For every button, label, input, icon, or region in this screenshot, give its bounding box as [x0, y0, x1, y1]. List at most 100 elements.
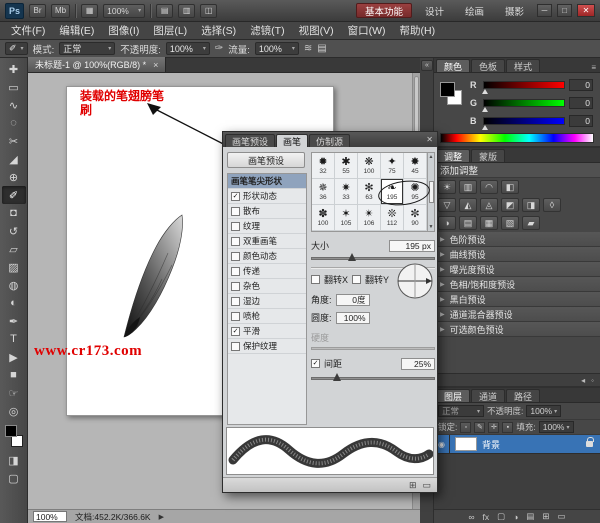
brush-tip[interactable]: ❋100: [358, 153, 381, 179]
green-slider[interactable]: [483, 99, 565, 107]
lock-all-icon[interactable]: ▪: [502, 422, 513, 433]
brush-tip[interactable]: ✽100: [312, 205, 335, 231]
brush-tip[interactable]: ✸45: [404, 153, 427, 179]
brightness-contrast-icon[interactable]: ☀: [438, 180, 456, 194]
brush-tip[interactable]: ✷33: [335, 179, 358, 205]
lock-pixels-icon[interactable]: ✎: [474, 422, 485, 433]
eyedropper-tool[interactable]: ◢: [2, 150, 26, 168]
mini-bridge-button[interactable]: Mb: [51, 4, 70, 18]
close-icon[interactable]: ×: [153, 60, 158, 70]
history-brush-tool[interactable]: ↺: [2, 222, 26, 240]
tablet-pressure-icon[interactable]: ✑: [215, 43, 223, 54]
grid-scrollbar[interactable]: ▲ ▼: [427, 153, 434, 231]
invert-icon[interactable]: ◑: [438, 216, 456, 230]
healing-brush-tool[interactable]: ⊕: [2, 168, 26, 186]
layer-opacity-field[interactable]: 100% ▾: [526, 405, 561, 417]
slider-thumb[interactable]: [482, 107, 488, 112]
levels-presets-item[interactable]: ▶ 色阶预设: [434, 232, 600, 247]
texture-item[interactable]: 纹理: [228, 219, 306, 234]
delete-layer-icon[interactable]: ▭: [557, 511, 565, 522]
type-tool[interactable]: T: [2, 330, 26, 348]
screen-mode-button[interactable]: ▢: [2, 469, 26, 487]
gradient-map-icon[interactable]: ▧: [501, 216, 519, 230]
layer-row-background[interactable]: ◉ 背景: [434, 435, 600, 454]
brush-tool[interactable]: ✐: [2, 186, 26, 204]
angle-value-field[interactable]: 0度: [336, 294, 370, 306]
expander-icon[interactable]: ▶: [440, 251, 445, 258]
menu-file[interactable]: 文件(F): [4, 22, 52, 39]
slider-track[interactable]: [311, 377, 435, 380]
arrange-documents-icon[interactable]: ▤: [156, 4, 173, 18]
brush-tip[interactable]: ✦75: [381, 153, 404, 179]
smoothing-item[interactable]: ✓平滑: [228, 324, 306, 339]
posterize-icon[interactable]: ▤: [459, 216, 477, 230]
menu-help[interactable]: 帮助(H): [393, 22, 443, 39]
zoom-level-dropdown[interactable]: 100% ▾: [103, 4, 145, 18]
checkbox[interactable]: [231, 267, 240, 276]
blue-slider[interactable]: [483, 117, 565, 125]
brush-tip[interactable]: ✵36: [312, 179, 335, 205]
brush-preset-picker[interactable]: ✐ ▾: [5, 42, 28, 55]
brush-tip[interactable]: ✼90: [404, 205, 427, 231]
exposure-icon[interactable]: ◧: [501, 180, 519, 194]
checkbox[interactable]: ✓: [231, 192, 240, 201]
brush-tip[interactable]: ✱55: [335, 153, 358, 179]
hand-tool[interactable]: ☞: [2, 384, 26, 402]
channel-mixer-icon[interactable]: ◊: [543, 198, 561, 212]
new-group-icon[interactable]: ▤: [526, 511, 534, 522]
brush-panel-titlebar[interactable]: 画笔预设 画笔 仿制源 ✕: [223, 132, 437, 147]
layer-style-icon[interactable]: fx: [483, 512, 490, 522]
back-icon[interactable]: ◂: [581, 376, 585, 385]
menu-edit[interactable]: 编辑(E): [52, 22, 101, 39]
expander-icon[interactable]: ▶: [440, 296, 445, 303]
expander-icon[interactable]: ▶: [440, 236, 445, 243]
slider-thumb[interactable]: [482, 125, 488, 130]
blur-tool[interactable]: ◍: [2, 276, 26, 294]
checkbox[interactable]: [231, 252, 240, 261]
shape-dynamics-item[interactable]: ✓形状动态: [228, 189, 306, 204]
scroll-down-icon[interactable]: ▼: [429, 224, 434, 230]
noise-item[interactable]: 杂色: [228, 279, 306, 294]
status-zoom-input[interactable]: 100%: [33, 511, 67, 522]
brush-tip[interactable]: ✺95: [404, 179, 427, 205]
scattering-item[interactable]: 散布: [228, 204, 306, 219]
dual-brush-item[interactable]: 双重画笔: [228, 234, 306, 249]
roundness-value-field[interactable]: 100%: [336, 312, 370, 324]
tab-brush-presets[interactable]: 画笔预设: [225, 134, 275, 147]
checkbox[interactable]: [231, 342, 240, 351]
tab-paths[interactable]: 路径: [506, 389, 540, 402]
brush-tip[interactable]: ✹32: [312, 153, 335, 179]
blend-mode-select[interactable]: 正常 ▾: [438, 405, 484, 417]
new-brush-icon[interactable]: ⊞: [409, 480, 417, 491]
brush-tip[interactable]: ❊112: [381, 205, 404, 231]
vibrance-icon[interactable]: ▽: [438, 198, 456, 212]
layer-thumbnail[interactable]: [455, 437, 477, 451]
hue-saturation-presets-item[interactable]: ▶ 色相/饱和度预设: [434, 277, 600, 292]
brush-tip[interactable]: ✻63: [358, 179, 381, 205]
spacing-value-field[interactable]: 25%: [401, 358, 435, 370]
red-value-field[interactable]: 0: [569, 79, 593, 91]
checkbox[interactable]: [231, 297, 240, 306]
foreground-color-swatch[interactable]: [5, 425, 17, 437]
scrollbar-thumb[interactable]: [429, 181, 434, 203]
menu-layer[interactable]: 图层(L): [146, 22, 194, 39]
menu-image[interactable]: 图像(I): [101, 22, 146, 39]
dodge-tool[interactable]: ◐: [2, 294, 26, 312]
slider-thumb[interactable]: [482, 89, 488, 94]
checkbox[interactable]: [231, 222, 240, 231]
checkbox[interactable]: [231, 312, 240, 321]
tab-adjustments[interactable]: 调整: [436, 149, 470, 162]
spacing-checkbox[interactable]: ✓: [311, 359, 320, 368]
checkbox[interactable]: [231, 207, 240, 216]
angle-direction-control[interactable]: [393, 259, 437, 303]
add-mask-icon[interactable]: ▢: [497, 511, 505, 522]
lasso-tool[interactable]: ∿: [2, 96, 26, 114]
pen-tool[interactable]: ✒: [2, 312, 26, 330]
path-selection-tool[interactable]: ▶: [2, 348, 26, 366]
black-white-icon[interactable]: ◩: [501, 198, 519, 212]
channel-mixer-presets-item[interactable]: ▶ 通道混合器预设: [434, 307, 600, 322]
minimize-button[interactable]: ─: [537, 4, 552, 17]
maximize-button[interactable]: □: [557, 4, 572, 17]
menu-select[interactable]: 选择(S): [194, 22, 243, 39]
gradient-tool[interactable]: ▨: [2, 258, 26, 276]
